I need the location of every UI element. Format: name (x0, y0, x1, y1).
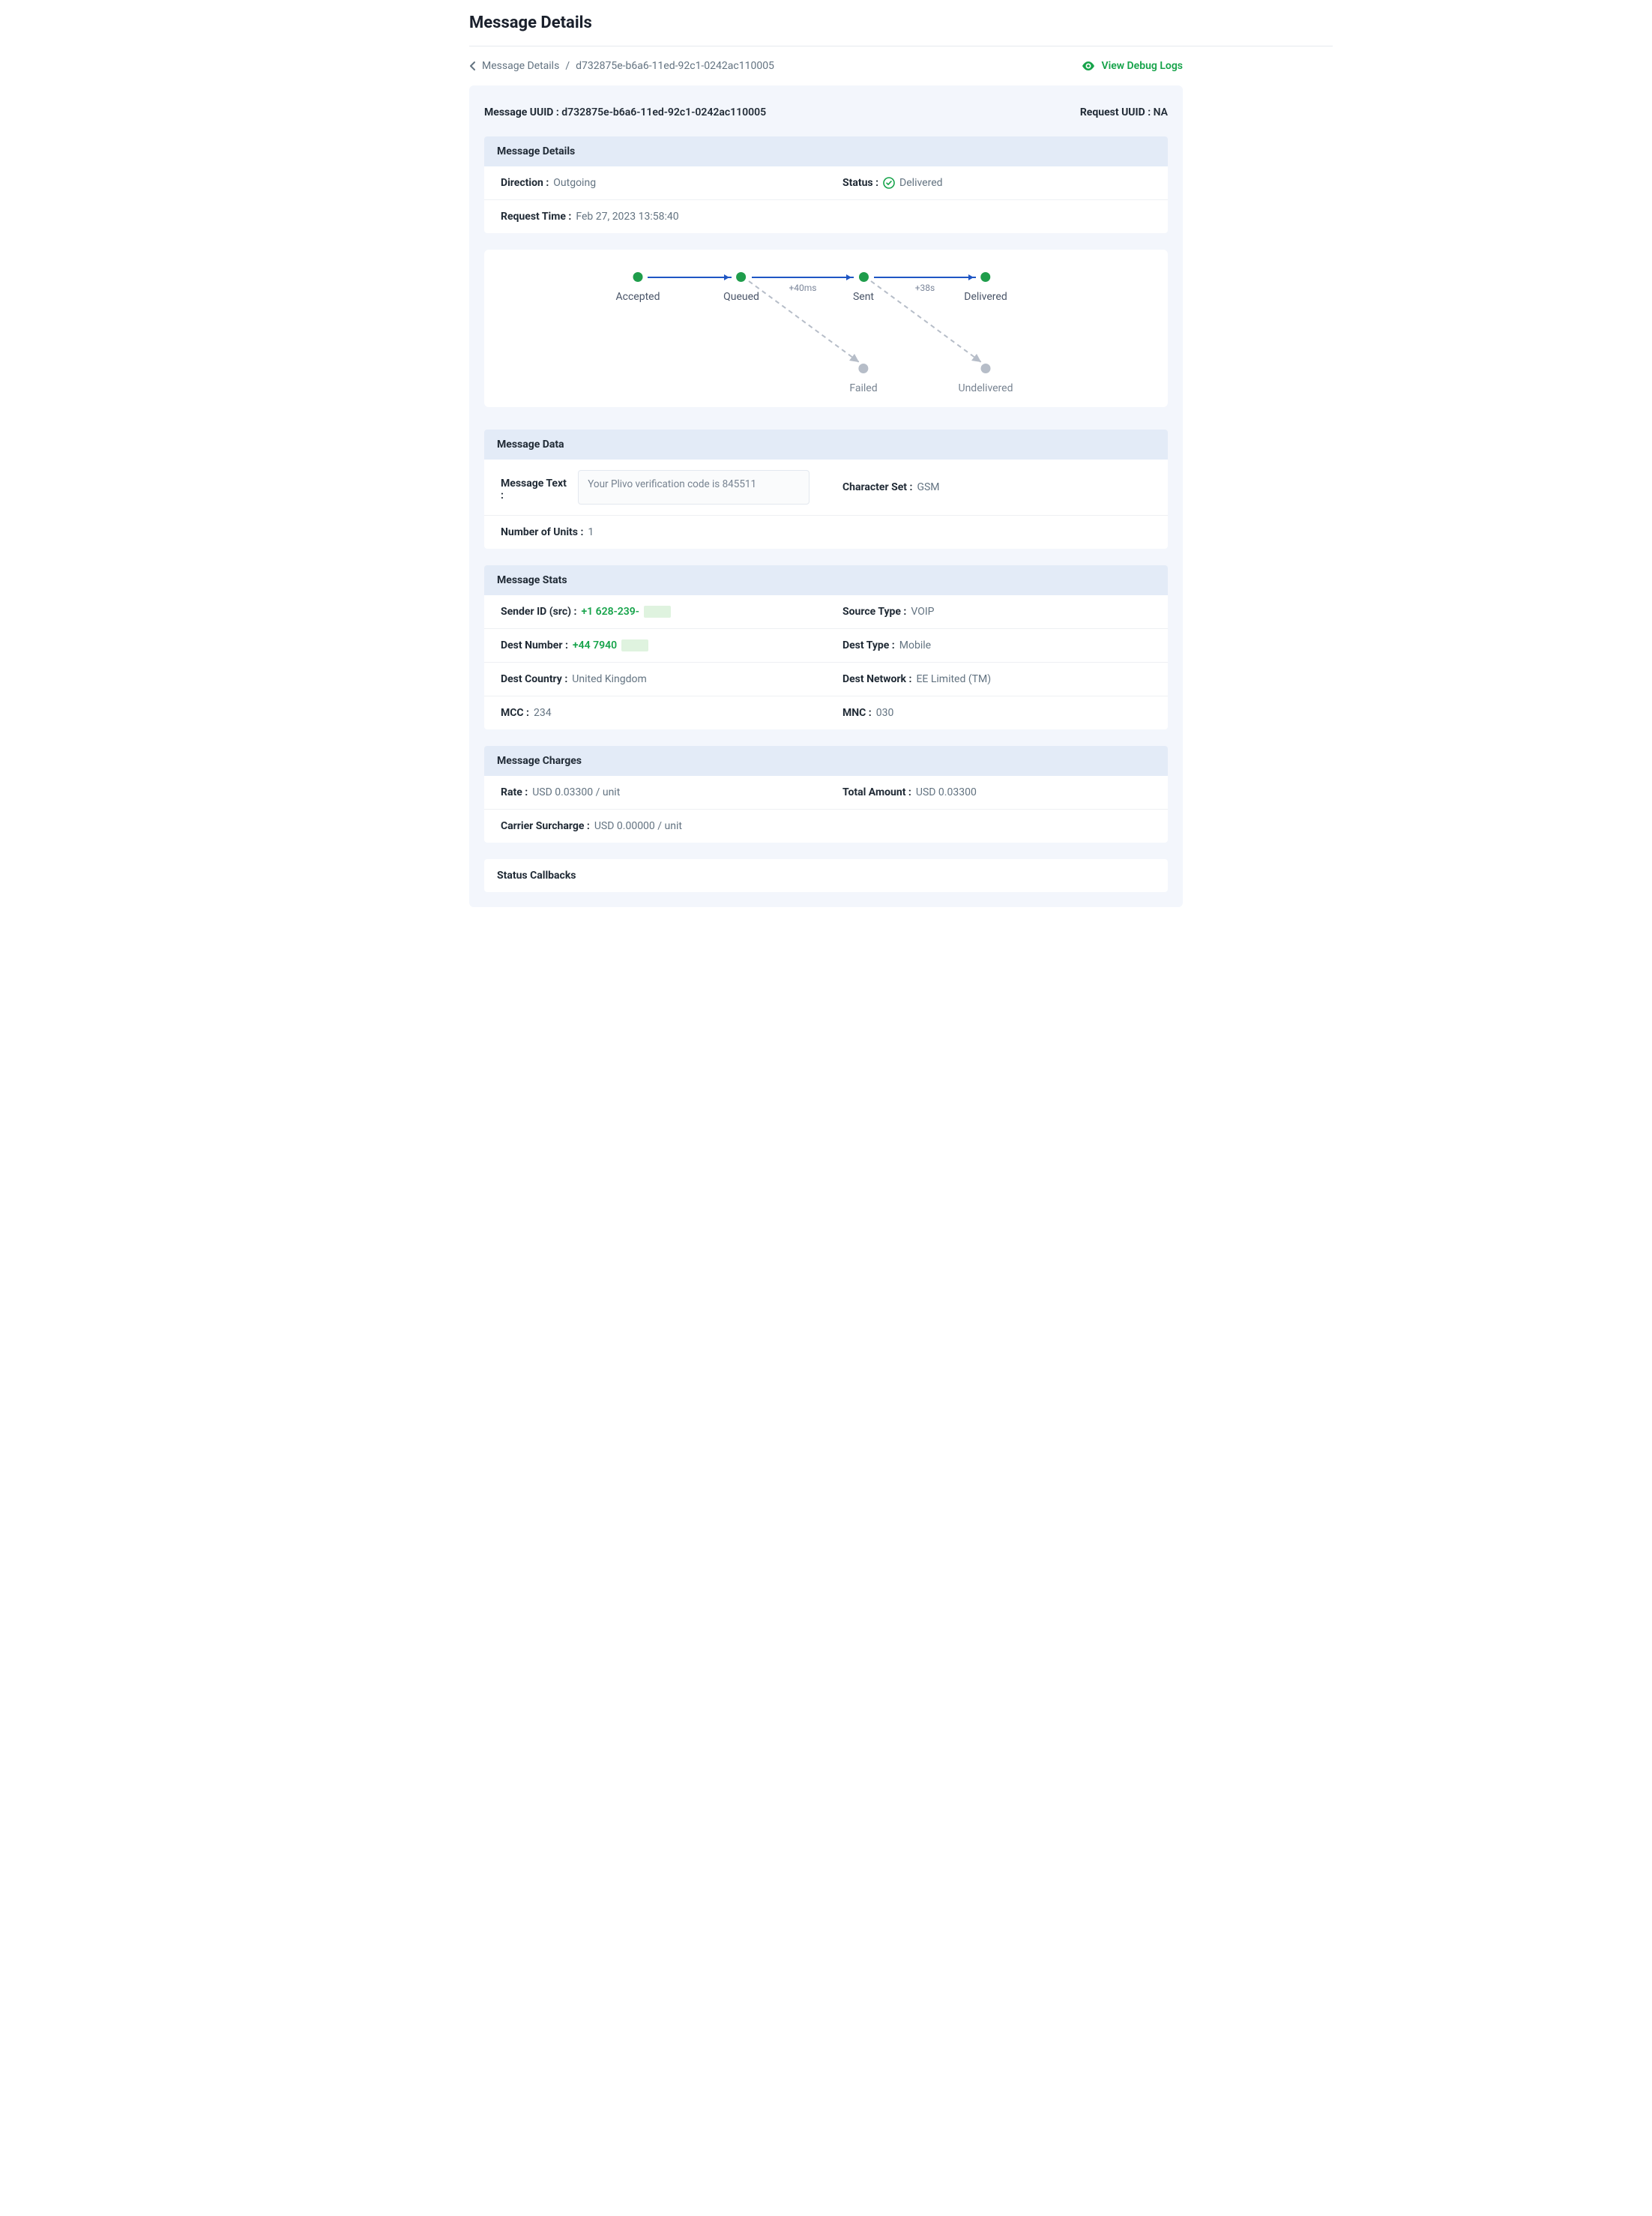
dest-label: Dest Number : (501, 639, 568, 651)
desttype-value: Mobile (899, 639, 931, 651)
carrier-label: Carrier Surcharge : (501, 820, 590, 832)
breadcrumb[interactable]: Message Details / d732875e-b6a6-11ed-92c… (469, 60, 774, 72)
breadcrumb-root: Message Details (482, 60, 559, 72)
sender-label: Sender ID (src) : (501, 606, 576, 618)
flow-arrow (648, 277, 732, 278)
section-header-message-data: Message Data (484, 430, 1168, 460)
chevron-left-icon (469, 61, 476, 71)
flow-label-queued: Queued (723, 291, 759, 303)
sender-redacted (644, 606, 671, 618)
check-circle-icon (883, 177, 895, 189)
charset-label: Character Set : (842, 481, 912, 493)
status-badge: Delivered (883, 177, 942, 189)
network-label: Dest Network : (842, 673, 911, 685)
dot-icon (859, 364, 869, 373)
flow-timing-sent-delivered: +38s (908, 283, 942, 293)
dest-redacted (621, 639, 648, 651)
dot-icon (737, 272, 747, 282)
total-value: USD 0.03300 (916, 786, 977, 798)
section-message-data: Message Data Message Text : Your Plivo v… (484, 430, 1168, 549)
message-uuid-value: d732875e-b6a6-11ed-92c1-0242ac110005 (561, 106, 766, 118)
flow-label-delivered: Delivered (964, 291, 1007, 303)
country-value: United Kingdom (572, 673, 647, 685)
message-flow-diagram: Accepted Queued Sent Delivered +40ms +38… (484, 250, 1168, 407)
section-status-callbacks: Status Callbacks (484, 859, 1168, 892)
flow-node-undelivered: Undelivered (959, 364, 1013, 394)
message-text-value: Your Plivo verification code is 845511 (578, 470, 810, 505)
section-header-message-stats: Message Stats (484, 565, 1168, 595)
request-time-value: Feb 27, 2023 13:58:40 (576, 211, 678, 223)
total-label: Total Amount : (842, 786, 911, 798)
view-debug-logs-link[interactable]: View Debug Logs (1082, 60, 1183, 72)
units-label: Number of Units : (501, 526, 583, 538)
mnc-value: 030 (876, 707, 894, 719)
section-message-charges: Message Charges Rate : USD 0.03300 / uni… (484, 746, 1168, 843)
rate-label: Rate : (501, 786, 528, 798)
message-text-label: Message Text : (501, 470, 570, 502)
desttype-label: Dest Type : (842, 639, 895, 651)
dot-icon (633, 272, 642, 282)
flow-label-undelivered: Undelivered (959, 382, 1013, 394)
carrier-value: USD 0.00000 / unit (594, 820, 682, 832)
page-title: Message Details (469, 13, 1183, 46)
flow-dashed-lines (484, 250, 1168, 407)
flow-label-sent: Sent (853, 291, 874, 303)
dot-icon (980, 272, 990, 282)
flow-label-accepted: Accepted (616, 291, 660, 303)
message-uuid: Message UUID : d732875e-b6a6-11ed-92c1-0… (484, 106, 766, 118)
section-header-message-details: Message Details (484, 136, 1168, 166)
flow-node-failed: Failed (849, 364, 877, 394)
mnc-label: MNC : (842, 707, 872, 719)
status-label: Status : (842, 177, 878, 189)
srctype-value: VOIP (911, 606, 934, 618)
request-uuid-value: NA (1154, 106, 1168, 118)
direction-label: Direction : (501, 177, 549, 189)
mcc-label: MCC : (501, 707, 529, 719)
request-uuid-label: Request UUID : (1080, 106, 1151, 118)
direction-value: Outgoing (553, 177, 596, 189)
flow-arrow (874, 277, 976, 278)
charset-value: GSM (917, 481, 939, 493)
sender-value[interactable]: +1 628-239- (581, 606, 639, 618)
flow-label-failed: Failed (849, 382, 877, 394)
network-value: EE Limited (TM) (916, 673, 991, 685)
rate-value: USD 0.03300 / unit (532, 786, 620, 798)
units-value: 1 (588, 526, 594, 538)
request-time-label: Request Time : (501, 211, 571, 223)
message-uuid-label: Message UUID : (484, 106, 559, 118)
view-debug-logs-label: View Debug Logs (1101, 60, 1183, 72)
country-label: Dest Country : (501, 673, 567, 685)
section-message-details: Message Details Direction : Outgoing Sta… (484, 136, 1168, 233)
flow-node-sent: Sent (853, 272, 874, 303)
eye-icon (1082, 61, 1095, 70)
breadcrumb-leaf: d732875e-b6a6-11ed-92c1-0242ac110005 (576, 60, 774, 72)
dot-icon (859, 272, 869, 282)
main-panel: Message UUID : d732875e-b6a6-11ed-92c1-0… (469, 85, 1183, 907)
status-value: Delivered (899, 177, 942, 189)
request-uuid: Request UUID : NA (1080, 106, 1168, 118)
breadcrumb-sep: / (565, 60, 570, 72)
mcc-value: 234 (534, 707, 552, 719)
flow-arrow (752, 277, 854, 278)
dot-icon (981, 364, 991, 373)
section-message-stats: Message Stats Sender ID (src) : +1 628-2… (484, 565, 1168, 729)
srctype-label: Source Type : (842, 606, 906, 618)
section-header-message-charges: Message Charges (484, 746, 1168, 776)
dest-value[interactable]: +44 7940 (573, 639, 617, 651)
section-header-status-callbacks: Status Callbacks (484, 859, 1168, 892)
flow-timing-queued-sent: +40ms (784, 283, 822, 293)
